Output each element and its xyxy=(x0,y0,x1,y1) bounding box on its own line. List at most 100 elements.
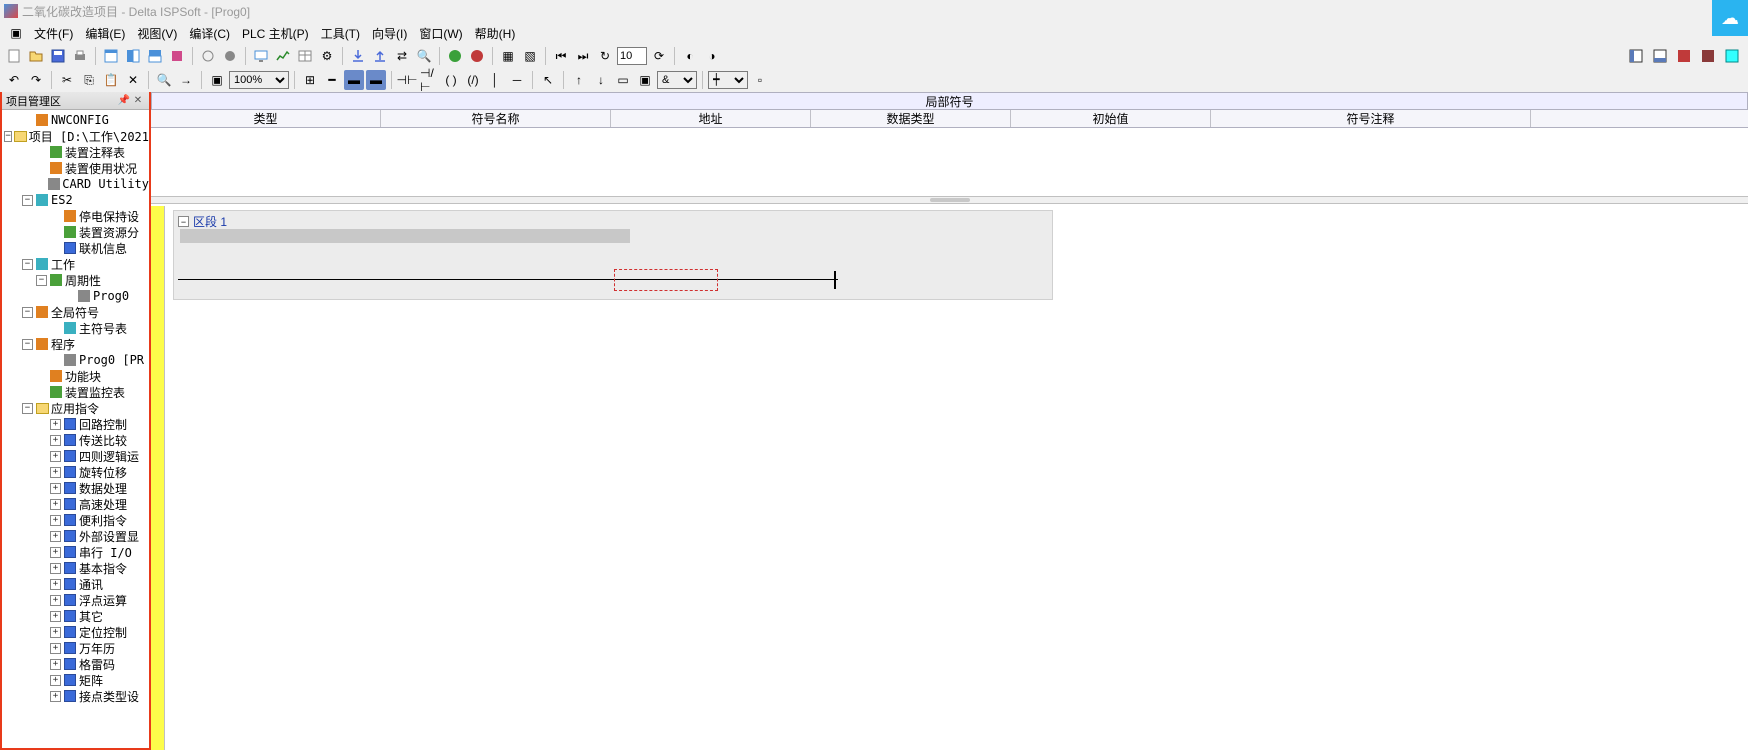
compare-block-icon[interactable]: ▣ xyxy=(635,70,655,90)
tree-toggle-icon[interactable]: − xyxy=(36,275,47,286)
btn-a-icon[interactable]: ◐ xyxy=(680,46,700,66)
tree-item-7[interactable]: 装置资源分 xyxy=(2,224,149,240)
tree-item-29[interactable]: +通讯 xyxy=(2,576,149,592)
symbol-col-4[interactable]: 初始值 xyxy=(1011,110,1211,127)
project-tree[interactable]: NWCONFIG−项目 [D:\工作\2021装置注释表装置使用状况CARD U… xyxy=(2,110,149,748)
delete-icon[interactable]: ✕ xyxy=(123,70,143,90)
tree-toggle-icon[interactable]: + xyxy=(50,691,61,702)
tree-toggle-icon[interactable]: + xyxy=(50,643,61,654)
paste-icon[interactable]: 📋 xyxy=(101,70,121,90)
tree-item-15[interactable]: Prog0 [PR xyxy=(2,352,149,368)
system-menu-icon[interactable]: ▣ xyxy=(6,23,26,43)
tree-item-21[interactable]: +四则逻辑运 xyxy=(2,448,149,464)
menu-1[interactable]: 编辑(E) xyxy=(79,25,131,43)
tree-item-16[interactable]: 功能块 xyxy=(2,368,149,384)
btn-b-icon[interactable]: ◑ xyxy=(702,46,722,66)
tree-item-17[interactable]: 装置监控表 xyxy=(2,384,149,400)
hline-icon[interactable]: ─ xyxy=(507,70,527,90)
tree-item-31[interactable]: +其它 xyxy=(2,608,149,624)
tree-item-19[interactable]: +回路控制 xyxy=(2,416,149,432)
tree-item-6[interactable]: 停电保持设 xyxy=(2,208,149,224)
count-input[interactable] xyxy=(617,47,647,65)
tree-item-36[interactable]: +接点类型设 xyxy=(2,688,149,704)
cloud-badge-icon[interactable]: ☁ xyxy=(1712,0,1748,36)
download-icon[interactable] xyxy=(348,46,368,66)
open-icon[interactable] xyxy=(26,46,46,66)
tree-item-30[interactable]: +浮点运算 xyxy=(2,592,149,608)
tree-item-11[interactable]: Prog0 xyxy=(2,288,149,304)
tree-item-26[interactable]: +外部设置显 xyxy=(2,528,149,544)
upload-icon[interactable] xyxy=(370,46,390,66)
panel4-icon[interactable] xyxy=(1698,46,1718,66)
tree-item-35[interactable]: +矩阵 xyxy=(2,672,149,688)
symbol-col-3[interactable]: 数据类型 xyxy=(811,110,1011,127)
device-icon[interactable]: ▣ xyxy=(207,70,227,90)
compare-icon[interactable]: ⇄ xyxy=(392,46,412,66)
tree-toggle-icon[interactable]: + xyxy=(50,659,61,670)
tree-item-34[interactable]: +格雷码 xyxy=(2,656,149,672)
tree-item-33[interactable]: +万年历 xyxy=(2,640,149,656)
tree-item-10[interactable]: −周期性 xyxy=(2,272,149,288)
tree-item-13[interactable]: 主符号表 xyxy=(2,320,149,336)
tree-toggle-icon[interactable]: + xyxy=(50,547,61,558)
tree-toggle-icon[interactable]: + xyxy=(50,579,61,590)
tree-item-22[interactable]: +旋转位移 xyxy=(2,464,149,480)
save-icon[interactable] xyxy=(48,46,68,66)
chart-icon[interactable] xyxy=(273,46,293,66)
menu-0[interactable]: 文件(F) xyxy=(28,25,79,43)
symbol-col-5[interactable]: 符号注释 xyxy=(1211,110,1531,127)
tree-item-1[interactable]: −项目 [D:\工作\2021 xyxy=(2,128,149,144)
tree-toggle-icon[interactable]: + xyxy=(50,483,61,494)
tree-toggle-icon[interactable]: + xyxy=(50,675,61,686)
panel3-icon[interactable] xyxy=(1674,46,1694,66)
tree-toggle-icon[interactable]: + xyxy=(50,563,61,574)
menu-5[interactable]: 工具(T) xyxy=(315,25,366,43)
tree-item-18[interactable]: −应用指令 xyxy=(2,400,149,416)
sim2-icon[interactable]: ▧ xyxy=(520,46,540,66)
table-icon[interactable] xyxy=(295,46,315,66)
tree-toggle-icon[interactable]: + xyxy=(50,499,61,510)
menu-2[interactable]: 视图(V) xyxy=(131,25,183,43)
ladder-tool3-icon[interactable]: ▬ xyxy=(344,70,364,90)
tree-toggle-icon[interactable]: + xyxy=(50,435,61,446)
tree-item-12[interactable]: −全局符号 xyxy=(2,304,149,320)
panel1-icon[interactable] xyxy=(1626,46,1646,66)
tree-item-0[interactable]: NWCONFIG xyxy=(2,112,149,128)
network-comment[interactable] xyxy=(180,229,630,243)
circle1-icon[interactable] xyxy=(198,46,218,66)
network-1[interactable]: − 区段 1 xyxy=(173,210,1053,300)
tree-toggle-icon[interactable]: − xyxy=(22,339,33,350)
tree-item-24[interactable]: +高速处理 xyxy=(2,496,149,512)
menu-4[interactable]: PLC 主机(P) xyxy=(236,25,315,43)
tree-toggle-icon[interactable]: − xyxy=(22,195,33,206)
cut-icon[interactable]: ✂ xyxy=(57,70,77,90)
tree-item-20[interactable]: +传送比较 xyxy=(2,432,149,448)
ladder-cursor[interactable] xyxy=(614,269,718,291)
circle2-icon[interactable] xyxy=(220,46,240,66)
menu-8[interactable]: 帮助(H) xyxy=(469,25,522,43)
settings-icon[interactable]: ⚙ xyxy=(317,46,337,66)
coil1-icon[interactable]: ( ) xyxy=(441,70,461,90)
tree-toggle-icon[interactable]: + xyxy=(50,595,61,606)
window2-icon[interactable] xyxy=(123,46,143,66)
tree-toggle-icon[interactable]: + xyxy=(50,515,61,526)
tree-item-23[interactable]: +数据处理 xyxy=(2,480,149,496)
ladder-body[interactable]: − 区段 1 xyxy=(165,206,1748,750)
tree-item-8[interactable]: 联机信息 xyxy=(2,240,149,256)
pin-icon[interactable]: 📌 xyxy=(117,94,131,108)
cycle-icon[interactable]: ↻ xyxy=(595,46,615,66)
splitter[interactable] xyxy=(151,196,1748,204)
tree-toggle-icon[interactable]: − xyxy=(22,307,33,318)
tree-toggle-icon[interactable]: + xyxy=(50,419,61,430)
tree-item-32[interactable]: +定位控制 xyxy=(2,624,149,640)
tree-item-14[interactable]: −程序 xyxy=(2,336,149,352)
refresh-icon[interactable]: ⟳ xyxy=(649,46,669,66)
tree-item-3[interactable]: 装置使用状况 xyxy=(2,160,149,176)
symbol-col-0[interactable]: 类型 xyxy=(151,110,381,127)
ladder-tool4-icon[interactable]: ▬ xyxy=(366,70,386,90)
step-back-icon[interactable]: ⏮ xyxy=(551,46,571,66)
network-collapse-icon[interactable]: − xyxy=(178,216,189,227)
sim-icon[interactable]: ▦ xyxy=(498,46,518,66)
falling-icon[interactable]: ↓ xyxy=(591,70,611,90)
tree-item-9[interactable]: −工作 xyxy=(2,256,149,272)
